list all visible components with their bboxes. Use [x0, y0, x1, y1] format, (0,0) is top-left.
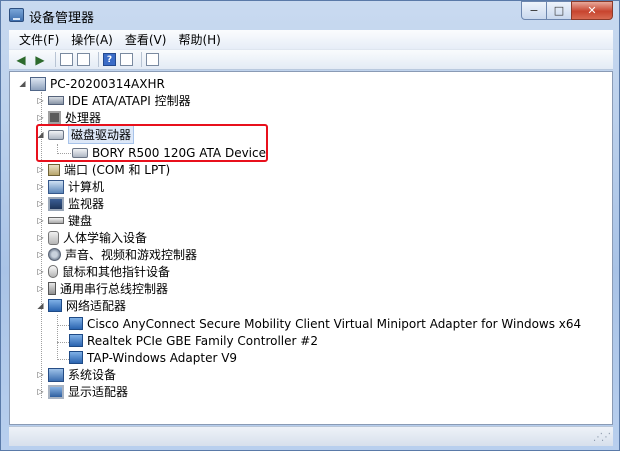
title-bar[interactable]: 设备管理器 − □ ✕	[1, 1, 619, 30]
processor-icon	[48, 111, 61, 124]
expand-arrow-icon[interactable]: ▷	[36, 216, 45, 225]
tree-line	[57, 315, 58, 360]
toolbar: ◀ ▶ ?	[9, 50, 613, 70]
menu-action[interactable]: 操作(A)	[65, 31, 119, 48]
ide-controller-icon	[48, 96, 64, 105]
computer-root-icon	[30, 76, 46, 91]
network-adapter-icon	[69, 334, 83, 347]
expand-arrow-icon[interactable]: ▷	[36, 250, 45, 259]
expand-arrow-icon[interactable]: ▷	[36, 387, 45, 396]
keyboard-icon	[48, 217, 64, 224]
tree-item-usb[interactable]: ▷ 通用串行总线控制器	[36, 280, 168, 297]
tree-item-keyboards[interactable]: ▷ 键盘	[36, 212, 92, 229]
toolbar-separator	[55, 52, 56, 67]
tree-item-monitors[interactable]: ▷ 监视器	[36, 195, 104, 212]
close-button[interactable]: ✕	[571, 1, 613, 20]
collapse-arrow-icon[interactable]: ◢	[18, 79, 27, 88]
tree-line	[57, 325, 69, 326]
system-device-icon	[48, 367, 64, 382]
tree-line	[57, 359, 69, 360]
collapse-arrow-icon[interactable]: ◢	[36, 301, 45, 310]
network-adapter-icon	[69, 351, 83, 364]
tree-item-label: 计算机	[68, 180, 105, 194]
tree-item-label: 通用串行总线控制器	[60, 282, 169, 296]
window-title: 设备管理器	[29, 11, 95, 26]
tree-item-ide[interactable]: ▷ IDE ATA/ATAPI 控制器	[36, 92, 191, 109]
toolbar-separator	[141, 52, 142, 67]
port-icon	[48, 163, 60, 176]
expand-arrow-icon[interactable]: ▷	[36, 284, 45, 293]
status-bar: ⋰⋰	[9, 426, 613, 446]
tree-root[interactable]: ◢ PC-20200314AXHR	[18, 75, 165, 92]
tree-item-computer[interactable]: ▷ 计算机	[36, 178, 104, 195]
device-properties-icon[interactable]	[146, 53, 159, 66]
expand-arrow-icon[interactable]: ▷	[36, 267, 45, 276]
tree-item-label: 显示适配器	[68, 385, 129, 399]
tree-item-hid[interactable]: ▷ 人体学输入设备	[36, 229, 147, 246]
tree-item-label: 人体学输入设备	[63, 231, 148, 245]
tree-item-system-devices[interactable]: ▷ 系统设备	[36, 366, 116, 383]
menu-bar: 文件(F) 操作(A) 查看(V) 帮助(H)	[9, 30, 613, 50]
expand-arrow-icon[interactable]: ▷	[36, 113, 45, 122]
expand-arrow-icon[interactable]: ▷	[36, 182, 45, 191]
maximize-button[interactable]: □	[546, 1, 572, 20]
tree-item-sound[interactable]: ▷ 声音、视频和游戏控制器	[36, 246, 197, 263]
tree-item-label: TAP-Windows Adapter V9	[87, 350, 238, 365]
tree-line	[57, 342, 69, 343]
hid-icon	[48, 230, 59, 245]
expand-arrow-icon[interactable]: ▷	[36, 96, 45, 105]
menu-help[interactable]: 帮助(H)	[172, 31, 226, 48]
help-icon[interactable]: ?	[103, 53, 116, 66]
caption-buttons: − □ ✕	[521, 1, 613, 20]
toolbar-separator	[98, 52, 99, 67]
tree-item-label: 端口 (COM 和 LPT)	[64, 163, 171, 177]
tree-item-label: 监视器	[68, 197, 105, 211]
expand-arrow-icon[interactable]: ▷	[36, 370, 45, 379]
back-arrow-icon[interactable]: ◀	[13, 52, 29, 68]
device-manager-icon	[9, 8, 24, 22]
tree-item-label: Realtek PCIe GBE Family Controller #2	[87, 333, 318, 348]
expand-arrow-icon[interactable]: ▷	[36, 165, 45, 174]
tree-root-label: PC-20200314AXHR	[50, 76, 165, 91]
show-hide-tree-icon[interactable]	[60, 53, 73, 66]
properties-icon[interactable]	[77, 53, 90, 66]
network-adapter-icon	[48, 299, 62, 312]
device-manager-window: 设备管理器 − □ ✕ 文件(F) 操作(A) 查看(V) 帮助(H) ◀ ▶ …	[0, 0, 620, 451]
tree-item-label: 鼠标和其他指针设备	[62, 265, 171, 279]
tree-item-label: Cisco AnyConnect Secure Mobility Client …	[87, 316, 582, 331]
usb-icon	[48, 282, 56, 295]
expand-arrow-icon[interactable]: ▷	[36, 233, 45, 242]
menu-file[interactable]: 文件(F)	[13, 31, 65, 48]
mouse-icon	[48, 265, 58, 278]
tree-item-display-adapters[interactable]: ▷ 显示适配器	[36, 383, 128, 400]
tree-item-realtek-adapter[interactable]: Realtek PCIe GBE Family Controller #2	[69, 332, 318, 349]
tree-item-label: IDE ATA/ATAPI 控制器	[68, 94, 191, 108]
resize-grip-icon[interactable]: ⋰⋰	[593, 432, 611, 443]
tree-item-network-adapters[interactable]: ◢ 网络适配器	[36, 297, 126, 314]
computer-icon	[48, 179, 64, 194]
menu-view[interactable]: 查看(V)	[119, 31, 173, 48]
tree-item-tap-adapter[interactable]: TAP-Windows Adapter V9	[69, 349, 237, 366]
tree-item-mice[interactable]: ▷ 鼠标和其他指针设备	[36, 263, 170, 280]
scan-hardware-icon[interactable]	[120, 53, 133, 66]
red-annotation-box	[36, 124, 268, 162]
minimize-button[interactable]: −	[521, 1, 547, 20]
tree-item-ports[interactable]: ▷ 端口 (COM 和 LPT)	[36, 161, 170, 178]
device-tree[interactable]: ◢ PC-20200314AXHR ▷ IDE ATA/ATAPI 控制器 ▷ …	[9, 71, 613, 425]
sound-icon	[48, 248, 61, 261]
monitor-icon	[48, 196, 64, 211]
tree-item-label: 网络适配器	[66, 299, 127, 313]
network-adapter-icon	[69, 317, 83, 330]
tree-item-label: 声音、视频和游戏控制器	[65, 248, 198, 262]
expand-arrow-icon[interactable]: ▷	[36, 199, 45, 208]
display-adapter-icon	[48, 384, 64, 399]
tree-item-cisco-adapter[interactable]: Cisco AnyConnect Secure Mobility Client …	[69, 315, 581, 332]
forward-arrow-icon[interactable]: ▶	[32, 52, 48, 68]
tree-item-label: 系统设备	[68, 368, 117, 382]
tree-item-label: 键盘	[68, 214, 93, 228]
